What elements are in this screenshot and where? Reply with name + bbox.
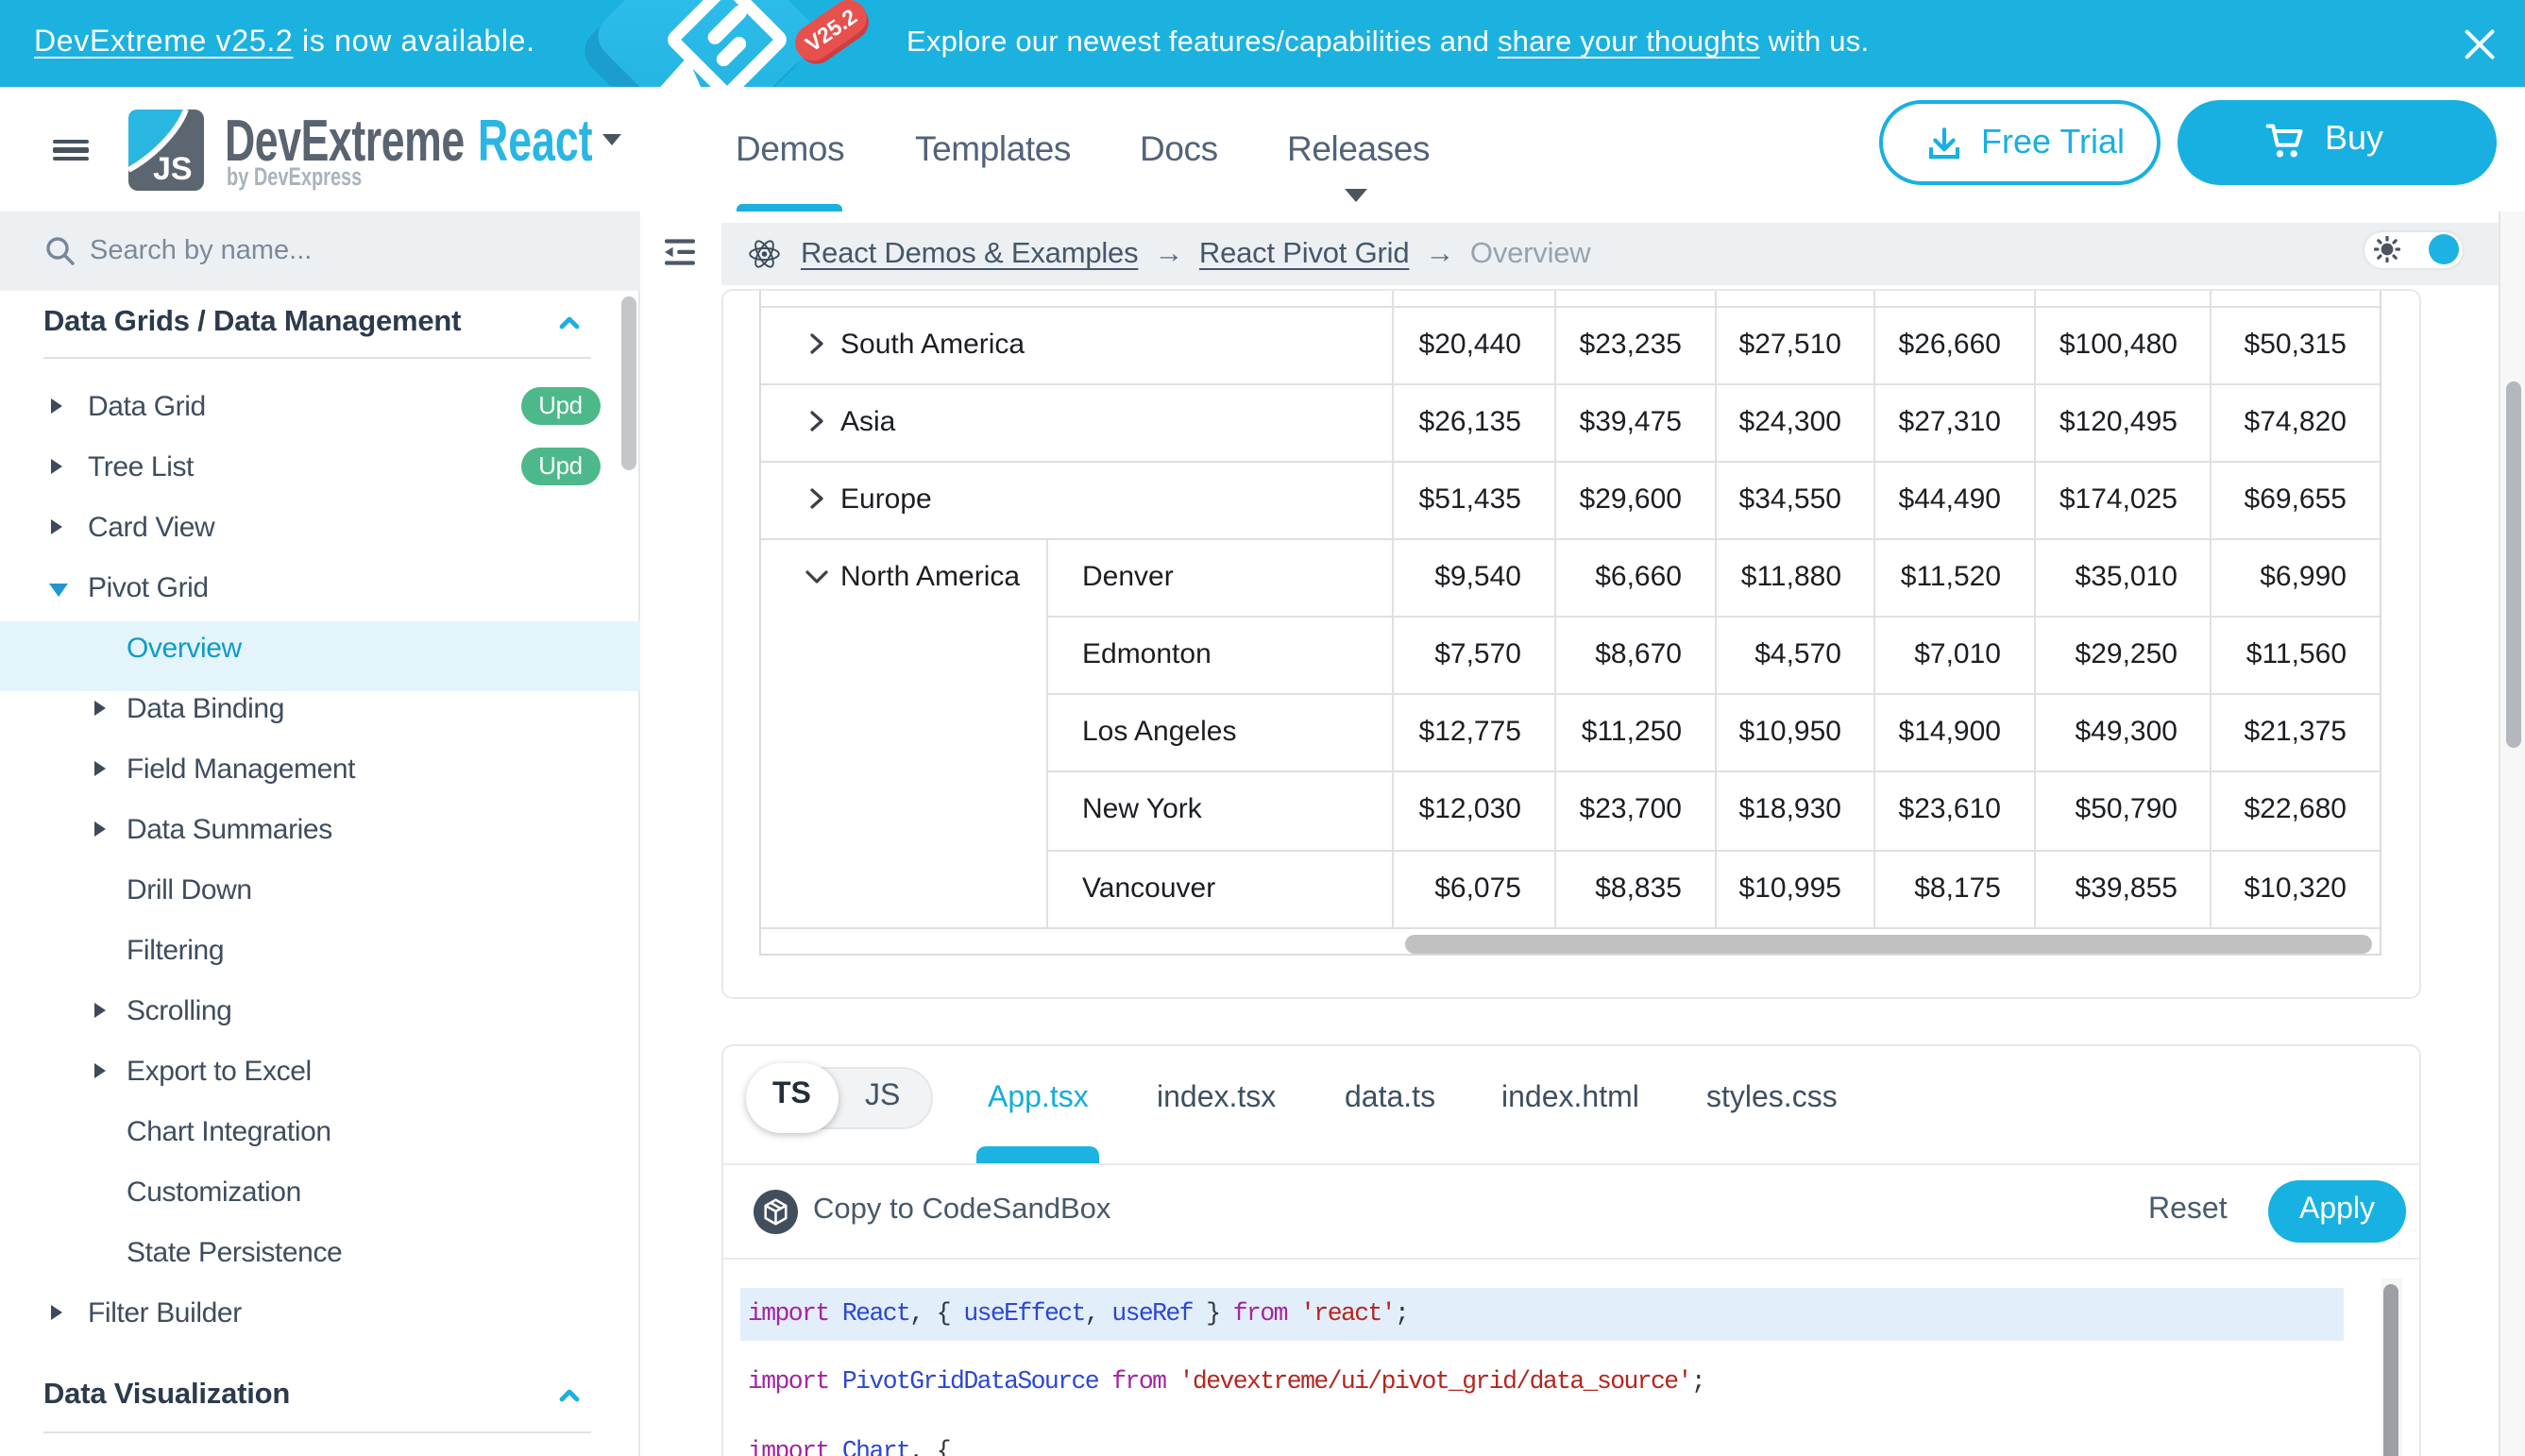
svg-text:JS: JS [153, 150, 193, 186]
